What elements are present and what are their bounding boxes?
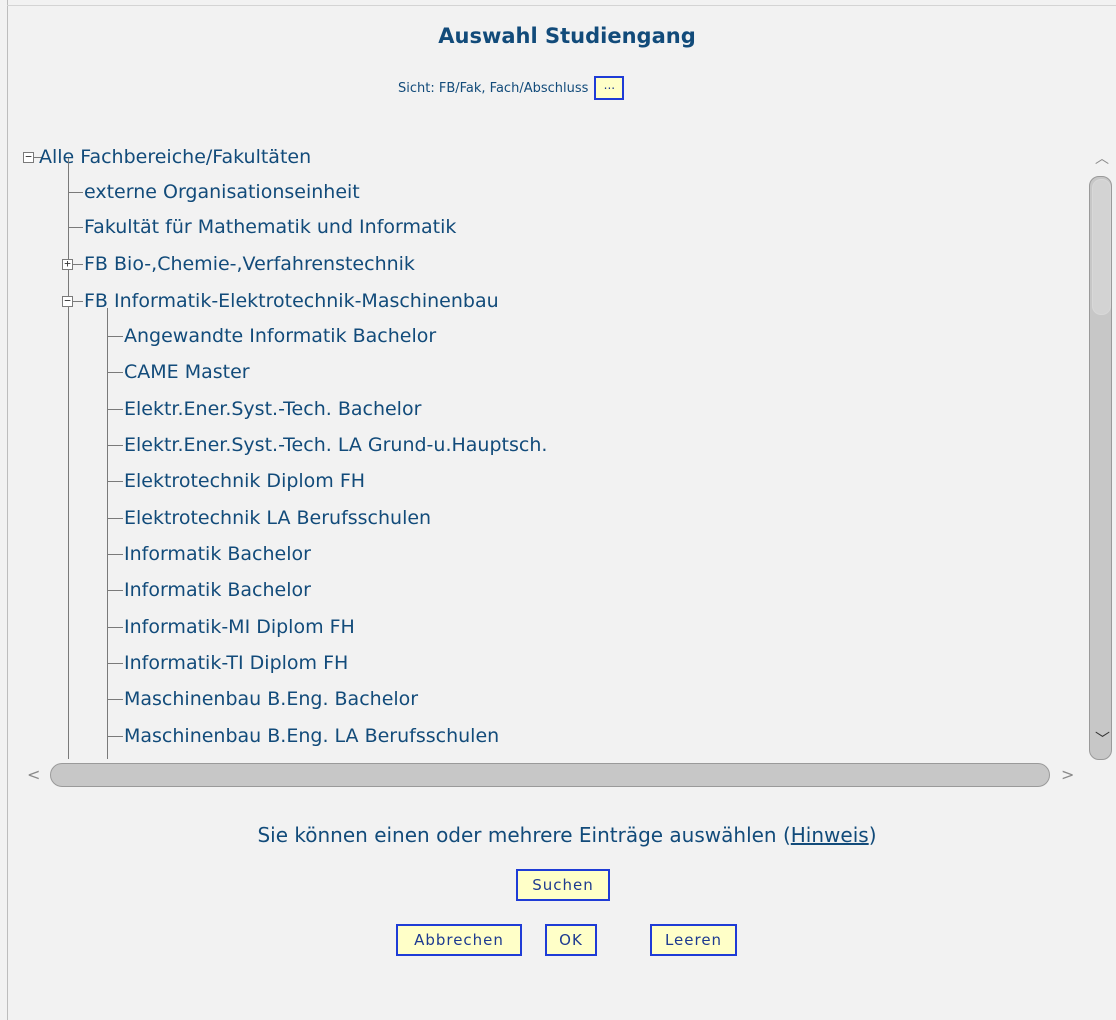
- tree-connector: [107, 336, 123, 337]
- tree-item-studiengang[interactable]: Elektrotechnik Diplom FH: [124, 463, 365, 499]
- tree-item-studiengang[interactable]: Angewandte Informatik Bachelor: [124, 318, 436, 354]
- view-selector: Sicht: FB/Fak, Fach/Abschluss ...: [398, 76, 625, 100]
- tree-connector: [107, 590, 123, 591]
- view-options-button[interactable]: ...: [594, 76, 625, 100]
- selection-hint: Sie können einen oder mehrere Einträge a…: [0, 823, 1116, 847]
- ok-button[interactable]: OK: [545, 924, 597, 956]
- tree-connector: [107, 481, 123, 482]
- tree-item-studiengang[interactable]: Informatik-MI Diplom FH: [124, 609, 355, 645]
- tree-item-fakultaet-mathe[interactable]: Fakultät für Mathematik und Informatik: [84, 209, 456, 245]
- tree-item-studiengang[interactable]: Informatik Bachelor: [124, 536, 311, 572]
- hint-close: ): [868, 823, 877, 847]
- tree-item-externe[interactable]: externe Organisationseinheit: [84, 174, 360, 210]
- chevron-down-icon[interactable]: ﹀: [1095, 728, 1110, 749]
- view-label: Sicht: FB/Fak, Fach/Abschluss: [398, 80, 589, 96]
- cancel-button[interactable]: Abbrechen: [396, 924, 522, 956]
- hint-link[interactable]: Hinweis: [791, 823, 869, 847]
- dialog-top-border: [7, 5, 1116, 6]
- dialog-title: Auswahl Studiengang: [438, 24, 696, 48]
- tree-item-studiengang[interactable]: Elektrotechnik LA Berufsschulen: [124, 500, 431, 536]
- dialog-left-border: [7, 0, 8, 1020]
- tree-connector: [107, 699, 123, 700]
- chevron-right-icon[interactable]: >: [1061, 765, 1074, 784]
- tree-item-studiengang[interactable]: Informatik-TI Diplom FH: [124, 645, 348, 681]
- expand-icon[interactable]: +: [62, 258, 73, 270]
- vertical-scroll-thumb-grip: [1092, 179, 1111, 315]
- vertical-scroll-thumb[interactable]: [1089, 176, 1112, 760]
- tree-connector: [107, 409, 123, 410]
- tree-item-studiengang[interactable]: Maschinenbau B.Eng. Bachelor: [124, 681, 418, 717]
- hint-text: Sie können einen oder mehrere Einträge a…: [257, 823, 791, 847]
- tree-connector: [68, 227, 83, 228]
- tree-connector: [107, 554, 123, 555]
- collapse-icon[interactable]: −: [23, 151, 34, 163]
- tree-guide-level1: [68, 158, 69, 759]
- vertical-scrollbar[interactable]: ︿ ﹀: [1086, 138, 1116, 760]
- tree-item-studiengang[interactable]: Elektr.Ener.Syst.-Tech. LA Grund-u.Haupt…: [124, 427, 547, 463]
- tree-connector: [73, 301, 83, 302]
- tree-guide-level2: [107, 308, 108, 759]
- chevron-up-icon[interactable]: ︿: [1095, 148, 1109, 168]
- tree-item-fb-bio[interactable]: FB Bio-,Chemie-,Verfahrenstechnik: [84, 246, 415, 282]
- tree-connector: [68, 192, 83, 193]
- tree-connector: [107, 445, 123, 446]
- tree-view[interactable]: − Alle Fachbereiche/Fakultäten externe O…: [15, 138, 1086, 759]
- horizontal-scrollbar[interactable]: < >: [15, 759, 1086, 792]
- tree-item-studiengang[interactable]: Informatik Bachelor: [124, 572, 311, 608]
- tree-item-fb-informatik[interactable]: FB Informatik-Elektrotechnik-Maschinenba…: [84, 283, 499, 319]
- tree-connector: [107, 518, 123, 519]
- search-button[interactable]: Suchen: [516, 869, 610, 901]
- tree-root-label[interactable]: Alle Fachbereiche/Fakultäten: [39, 139, 311, 175]
- horizontal-scroll-thumb[interactable]: [50, 763, 1050, 787]
- tree-connector: [107, 372, 123, 373]
- tree-connector: [107, 627, 123, 628]
- chevron-left-icon[interactable]: <: [27, 765, 40, 784]
- tree-connector: [107, 663, 123, 664]
- clear-button[interactable]: Leeren: [650, 924, 737, 956]
- tree-connector: [107, 736, 123, 737]
- tree-item-studiengang[interactable]: Elektr.Ener.Syst.-Tech. Bachelor: [124, 391, 421, 427]
- tree-connector: [73, 264, 83, 265]
- tree-item-studiengang[interactable]: Maschinenbau B.Eng. LA Berufsschulen: [124, 718, 499, 754]
- tree-item-studiengang[interactable]: CAME Master: [124, 354, 250, 390]
- collapse-icon[interactable]: −: [62, 295, 73, 307]
